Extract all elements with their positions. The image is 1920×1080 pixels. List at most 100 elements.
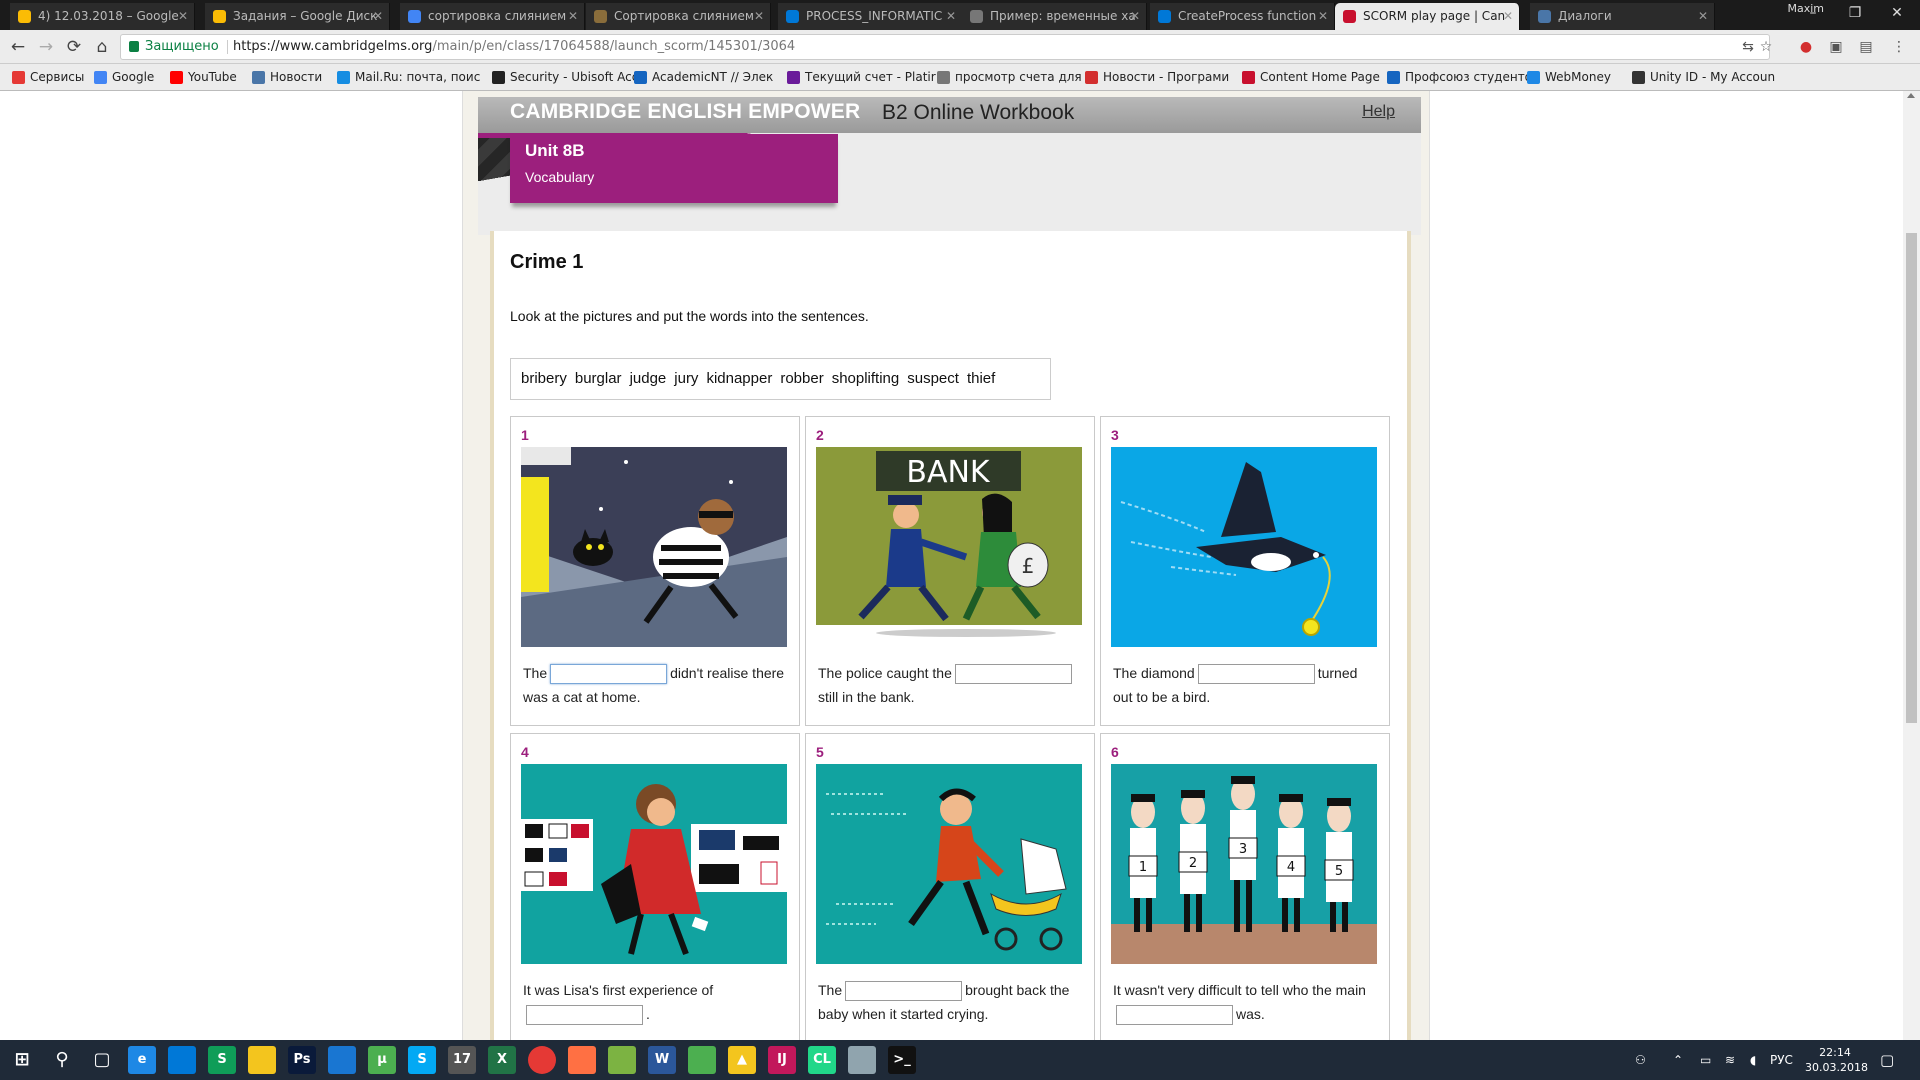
tray-overflow-icon[interactable]: ⌃ [1673,1040,1683,1080]
firefox-icon[interactable] [568,1046,596,1074]
wifi-icon[interactable]: ≋ [1725,1040,1735,1080]
tab-1[interactable]: 4) 12.03.2018 – Google ✕ [10,3,195,30]
wizard-icon[interactable] [848,1046,876,1074]
microsoft-icon [786,10,799,23]
bookmark-star-icon[interactable]: ☆ [1757,38,1775,56]
tab-2[interactable]: Задания – Google Диск ✕ [205,3,390,30]
word-bank-item: jury [674,370,699,387]
extension-camera-icon[interactable]: ▣ [1827,38,1845,56]
bookmark-item[interactable]: AcademicNT // Элек [632,64,773,91]
bookmark-label: Текущий счет - Platir [805,70,936,84]
bookmark-item[interactable]: Content Home Page [1240,64,1380,91]
start-icon[interactable]: ⊞ [8,1046,36,1074]
maximize-button[interactable]: ❐ [1834,0,1876,28]
word-bank-item: bribery [521,370,567,387]
translate-icon[interactable]: ⇆ [1739,38,1757,56]
excel-icon[interactable]: X [488,1046,516,1074]
answer-input-3[interactable] [1197,664,1315,685]
unity-hub-icon[interactable]: ▲ [728,1046,756,1074]
language-indicator[interactable]: РУС [1770,1040,1793,1080]
back-button[interactable]: ← [6,35,30,59]
notepad-icon[interactable] [608,1046,636,1074]
tab-close-icon[interactable]: ✕ [1318,3,1328,29]
close-window-button[interactable]: ✕ [1876,0,1918,28]
notifications-icon[interactable]: ▢ [1880,1040,1894,1080]
tab-6[interactable]: Пример: временные ха ✕ [962,3,1147,30]
tab-close-icon[interactable]: ✕ [178,3,188,29]
minimize-button[interactable]: – [1792,0,1834,28]
extension-pdf-icon[interactable]: ▤ [1857,38,1875,56]
answer-input-6[interactable] [1116,1005,1233,1026]
bookmark-item[interactable]: YouTube [168,64,237,91]
intellij-icon[interactable]: IJ [768,1046,796,1074]
skype-icon[interactable]: S [408,1046,436,1074]
bookmark-item[interactable]: Unity ID - My Accoun [1630,64,1775,91]
extension-opera-icon[interactable]: ● [1797,38,1815,56]
bookmark-item[interactable]: Security - Ubisoft Acc [490,64,638,91]
bookmark-item[interactable]: Новости - Програми [1083,64,1229,91]
bookmark-label: WebMoney [1545,70,1611,84]
tab-3[interactable]: сортировка слиянием ✕ [400,3,585,30]
store-icon[interactable] [168,1046,196,1074]
address-bar[interactable]: Защищено https://www.cambridgelms.org/ma… [120,34,1772,60]
answer-input-1[interactable] [550,664,668,685]
tab-close-icon[interactable]: ✕ [946,3,956,29]
tab-close-icon[interactable]: ✕ [754,3,764,29]
placard-number: 2 [1189,856,1197,871]
terminal-icon[interactable]: >_ [888,1046,916,1074]
forward-button[interactable]: → [34,35,58,59]
tab-title: SCORM play page | Can [1363,9,1506,23]
bookmark-item[interactable]: Текущий счет - Platir [785,64,936,91]
task-view-icon[interactable]: ▢ [88,1046,116,1074]
tab-7[interactable]: CreateProcess function ✕ [1150,3,1335,30]
dropbox-icon[interactable] [328,1046,356,1074]
bookmark-item[interactable]: Новости [250,64,322,91]
tab-close-icon[interactable]: ✕ [568,3,578,29]
answer-input-2[interactable] [954,664,1072,685]
bookmark-label: просмотр счета для [955,70,1082,84]
bookmark-item[interactable]: Google [92,64,154,91]
bookmark-item[interactable]: Mail.Ru: почта, поис [335,64,480,91]
edge-icon[interactable]: e [128,1046,156,1074]
tab-close-icon[interactable]: ✕ [373,3,383,29]
tab-5[interactable]: PROCESS_INFORMATIC ✕ [778,3,963,30]
chrome-menu-icon[interactable]: ⋮ [1890,38,1908,56]
bookmark-item[interactable]: Сервисы [10,64,84,91]
sheets-icon[interactable]: S [208,1046,236,1074]
battery-icon[interactable]: ▭ [1700,1040,1711,1080]
page-scrollbar[interactable] [1903,91,1920,1040]
search-icon[interactable]: ⚲ [48,1046,76,1074]
xbox-icon[interactable] [688,1046,716,1074]
home-button[interactable]: ⌂ [90,35,114,59]
bookmark-item[interactable]: просмотр счета для [935,64,1082,91]
taskbar-clock[interactable]: 22:14 30.03.2018 [1805,1045,1868,1075]
utorrent-icon[interactable]: µ [368,1046,396,1074]
burglar-cat-illustration [521,447,787,647]
volume-icon[interactable]: ◖ [1750,1040,1756,1080]
reload-button[interactable]: ⟳ [62,35,86,59]
answer-input-5[interactable] [845,981,963,1002]
tab-close-icon[interactable]: ✕ [1698,3,1708,29]
bookmark-item[interactable]: Профсоюз студенто [1385,64,1532,91]
tab-4[interactable]: Сортировка слиянием ✕ [586,3,771,30]
tab-close-icon[interactable]: ✕ [1130,3,1140,29]
url-text[interactable]: https://www.cambridgelms.org/main/p/en/c… [233,35,795,59]
scrollbar-thumb[interactable] [1906,233,1917,723]
tab-9[interactable]: Диалоги ✕ [1530,3,1715,30]
people-icon[interactable]: ⚇ [1635,1040,1646,1080]
photoshop-icon[interactable]: Ps [288,1046,316,1074]
word-icon[interactable]: W [648,1046,676,1074]
tab-close-icon[interactable]: ✕ [1503,3,1513,29]
answer-input-4[interactable] [526,1005,643,1026]
chrome-icon[interactable] [528,1046,556,1074]
calendar-icon[interactable]: 17 [448,1046,476,1074]
bank-robbery-illustration: BANK £ [816,447,1082,647]
file-explorer-icon[interactable] [248,1046,276,1074]
sentence-before: The [818,982,843,998]
clion-icon[interactable]: CL [808,1046,836,1074]
scroll-up-arrow-icon[interactable] [1907,93,1915,98]
help-link[interactable]: Help [1362,103,1395,121]
bookmark-item[interactable]: WebMoney [1525,64,1611,91]
tab-8[interactable]: SCORM play page | Can ✕ [1335,3,1520,30]
placard-number: 4 [1287,860,1295,875]
